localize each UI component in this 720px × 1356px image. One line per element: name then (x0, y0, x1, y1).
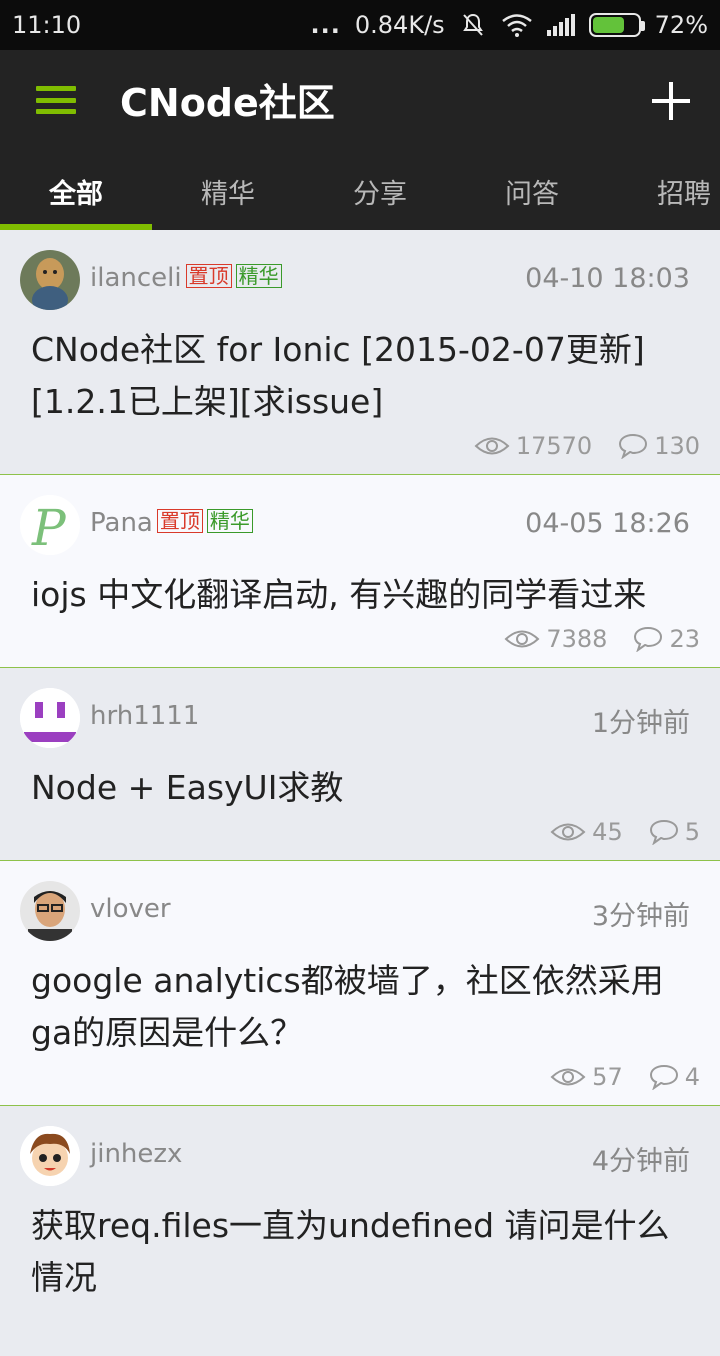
comment-icon (649, 819, 678, 845)
eye-icon (474, 437, 510, 455)
topic-title[interactable]: CNode社区 for Ionic [2015-02-07更新][1.2.1已上… (31, 324, 701, 428)
tab-bar: 全部 精华 分享 问答 招聘 (0, 152, 720, 230)
status-icons: ... 0.84K/s 72% (311, 11, 708, 39)
comment-icon (649, 1064, 678, 1090)
author-name: ilanceli (90, 263, 182, 293)
comment-icon (634, 626, 663, 652)
tab-ask[interactable]: 问答 (456, 152, 608, 230)
topic-item[interactable]: hrh1111 1分钟前 Node + EasyUI求教 45 5 (0, 668, 720, 861)
badge-good: 精华 (206, 509, 253, 533)
topic-stats: 17570 130 (474, 432, 700, 460)
topic-title[interactable]: iojs 中文化翻译启动, 有兴趣的同学看过来 (31, 569, 701, 621)
status-bar: 11:10 ... 0.84K/s 72% (0, 0, 720, 50)
topic-stats: 57 4 (550, 1063, 700, 1091)
app-bar: CNode社区 (0, 50, 720, 152)
avatar[interactable] (20, 1126, 80, 1186)
reply-count: 5 (684, 818, 700, 846)
topic-time: 04-05 18:26 (525, 508, 690, 539)
reply-count: 130 (654, 432, 700, 460)
network-speed: 0.84K/s (354, 11, 445, 39)
topic-author: vlover (90, 894, 171, 924)
topic-stats: 45 5 (550, 818, 700, 846)
topic-author: ilanceli 置顶 精华 (90, 263, 282, 293)
badge-good: 精华 (235, 264, 282, 288)
topic-author: jinhezx (90, 1139, 182, 1169)
battery-percent: 72% (654, 11, 708, 39)
author-name: hrh1111 (90, 701, 200, 731)
tab-share[interactable]: 分享 (304, 152, 456, 230)
topic-item[interactable]: jinhezx 4分钟前 获取req.files一直为undefined 请问是… (0, 1106, 720, 1356)
tab-good[interactable]: 精华 (152, 152, 304, 230)
topic-title[interactable]: 获取req.files一直为undefined 请问是什么情况 (31, 1200, 701, 1304)
mute-icon (462, 13, 483, 36)
view-count: 45 (592, 818, 623, 846)
wifi-icon (501, 14, 532, 37)
topic-author: Pana 置顶 精华 (90, 508, 253, 538)
signal-icon (546, 14, 575, 36)
view-count: 17570 (515, 432, 593, 460)
app-title: CNode社区 (120, 81, 335, 125)
view-count: 7388 (546, 625, 608, 653)
topic-item[interactable]: ilanceli 置顶 精华 04-10 18:03 CNode社区 for Ion… (0, 230, 720, 475)
topic-author: hrh1111 (90, 701, 199, 731)
battery-fill (592, 17, 625, 33)
reply-count: 23 (669, 625, 700, 653)
topic-list: ilanceli 置顶 精华 04-10 18:03 CNode社区 for Ion… (0, 230, 720, 1356)
topic-stats: 7388 23 (504, 625, 700, 653)
badge-top: 置顶 (185, 264, 232, 288)
topic-title[interactable]: Node + EasyUI求教 (31, 762, 701, 814)
avatar[interactable]: P (20, 495, 80, 555)
view-count: 57 (592, 1063, 623, 1091)
avatar[interactable] (20, 688, 80, 748)
tab-all[interactable]: 全部 (0, 152, 152, 230)
battery-icon (588, 13, 645, 37)
topic-time: 04-10 18:03 (525, 263, 690, 294)
avatar[interactable] (20, 250, 80, 310)
plus-icon[interactable] (652, 82, 690, 120)
author-name: Pana (90, 508, 153, 538)
tab-job[interactable]: 招聘 (608, 152, 720, 230)
eye-icon (504, 630, 540, 648)
author-name: jinhezx (90, 1139, 183, 1169)
svg-text:P: P (31, 499, 67, 555)
eye-icon (550, 823, 586, 841)
badge-top: 置顶 (156, 509, 203, 533)
topic-item[interactable]: P Pana 置顶 精华 04-05 18:26 iojs 中文化翻译启动, 有兴趣… (0, 475, 720, 668)
avatar[interactable] (20, 881, 80, 941)
topic-time: 1分钟前 (591, 708, 690, 739)
comment-icon (619, 433, 648, 459)
topic-title[interactable]: google analytics都被墙了，社区依然采用ga的原因是什么？ (31, 955, 701, 1059)
hamburger-menu-icon[interactable] (36, 86, 76, 114)
topic-time: 4分钟前 (591, 1146, 690, 1177)
author-name: vlover (90, 894, 171, 924)
topic-item[interactable]: vlover 3分钟前 google analytics都被墙了，社区依然采用g… (0, 861, 720, 1106)
eye-icon (550, 1068, 586, 1086)
reply-count: 4 (684, 1063, 700, 1091)
status-dots: ... (310, 11, 341, 39)
topic-time: 3分钟前 (591, 901, 690, 932)
status-time: 11:10 (12, 11, 82, 39)
